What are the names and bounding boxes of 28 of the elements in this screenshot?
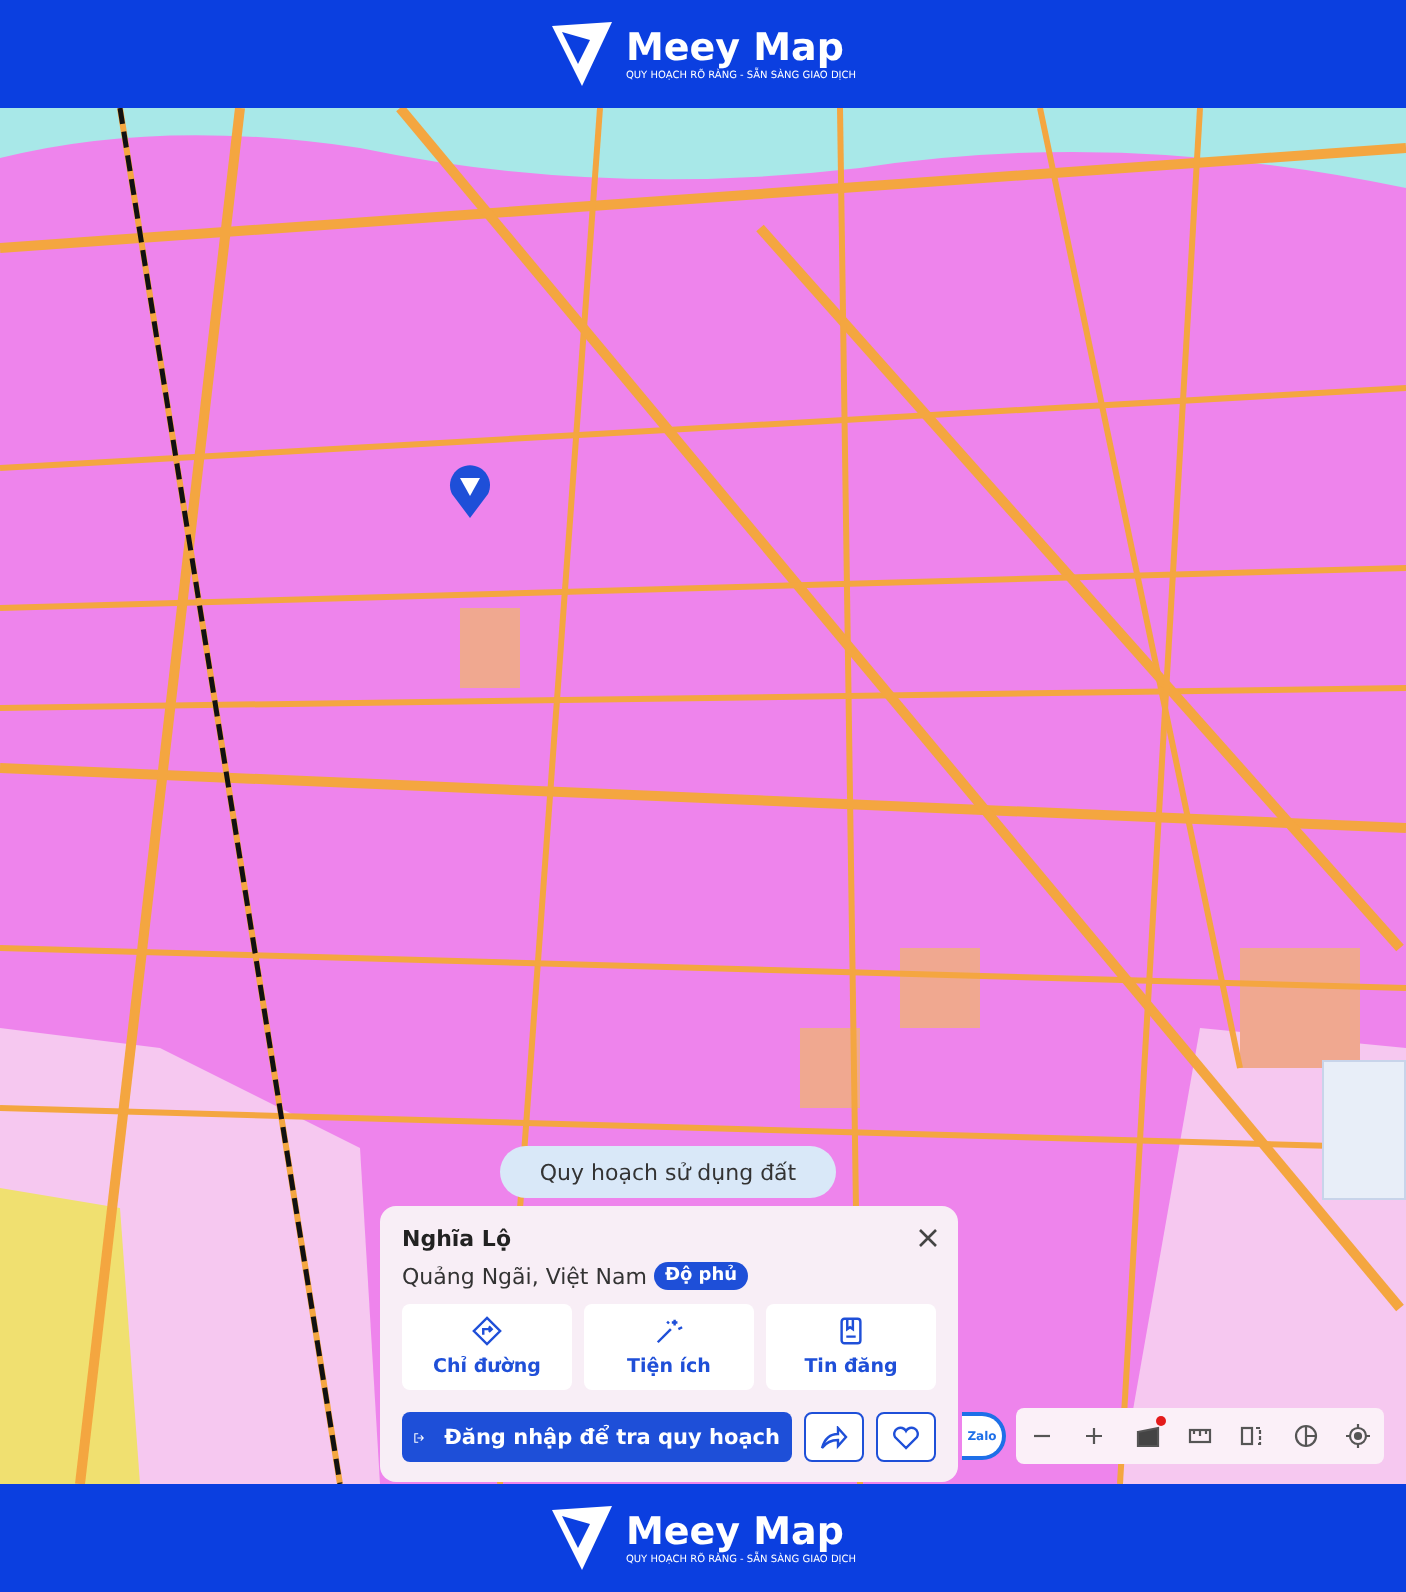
zoom-in-icon: [1082, 1424, 1107, 1448]
share-button[interactable]: [804, 1412, 864, 1462]
brand-name: Meey Map: [625, 1509, 844, 1553]
ad-banner-placeholder: [1322, 1060, 1406, 1200]
locate-icon: [1345, 1424, 1370, 1448]
locate-button[interactable]: [1343, 1422, 1372, 1450]
heart-icon: [892, 1425, 920, 1449]
login-button[interactable]: Đăng nhập để tra quy hoạch: [402, 1412, 792, 1462]
layer-label: Quy hoạch sử dụng đất: [500, 1146, 836, 1198]
favorite-button[interactable]: [876, 1412, 936, 1462]
share-icon: [820, 1425, 848, 1449]
directions-icon: [472, 1316, 502, 1346]
brand-name: Meey Map: [625, 25, 844, 69]
document-icon: [836, 1316, 866, 1346]
split-view-button[interactable]: [1238, 1422, 1267, 1450]
split-icon: [1240, 1424, 1265, 1448]
place-location: Quảng Ngãi, Việt Nam: [402, 1263, 647, 1289]
listings-button[interactable]: Tin đăng: [766, 1304, 936, 1390]
location-pin-icon: [448, 464, 492, 520]
amenities-button[interactable]: Tiện ích: [584, 1304, 754, 1390]
place-title: Nghĩa Lộ: [402, 1226, 512, 1252]
sparkle-wand-icon: [654, 1316, 684, 1346]
ruler-icon: [1187, 1424, 1212, 1448]
coverage-badge: Độ phủ: [654, 1262, 748, 1290]
logo-icon: [549, 20, 614, 88]
logo-icon: [549, 1504, 614, 1572]
close-button[interactable]: [916, 1226, 940, 1250]
directions-button[interactable]: Chỉ đường: [402, 1304, 572, 1390]
